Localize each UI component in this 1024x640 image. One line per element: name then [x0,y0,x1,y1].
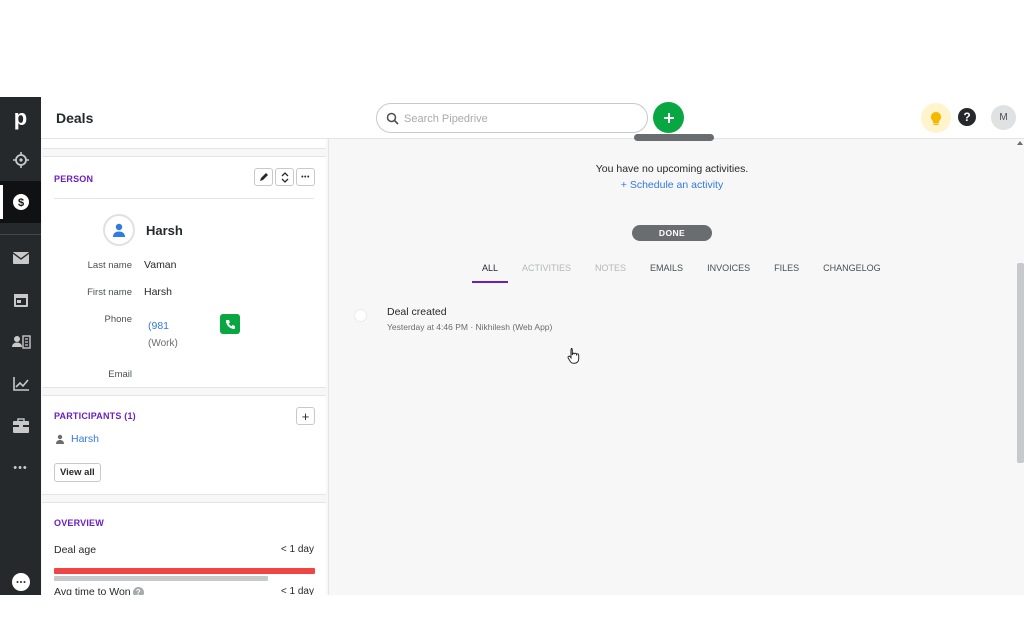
overview-section-title: OVERVIEW [54,518,104,528]
nav-rail: p $ ••• [0,97,41,595]
first-name-label: First name [87,287,132,298]
scroll-up-arrow[interactable] [1017,141,1023,145]
info-question-icon[interactable]: ? [132,586,144,595]
mail-icon[interactable] [0,237,41,279]
help-icon[interactable]: ? [958,108,976,126]
add-participant-button[interactable]: + [296,407,315,425]
phone-link[interactable]: (981 [148,320,169,332]
timeline-tabs: ALL ACTIVITIES NOTES EMAILS INVOICES FIL… [470,261,893,283]
last-name-label: Last name [87,260,132,271]
search-icon [386,112,399,130]
participants-section-title: PARTICIPANTS (1) [54,411,136,421]
lightbulb-icon [931,111,941,125]
app-window: p $ ••• Deals Search Pipedrive ? M PERSO… [0,97,1024,595]
search-input[interactable] [404,110,634,127]
event-meta: Yesterday at 4:46 PM · Nikhilesh (Web Ap… [387,322,553,332]
quick-add-button[interactable] [653,102,684,133]
first-name-value[interactable]: Harsh [144,286,172,298]
pipedrive-logo[interactable]: p [0,97,41,139]
tab-notes[interactable]: NOTES [583,261,638,283]
person-icon [113,223,125,237]
person-card: PERSON ••• Harsh Last name Vaman First n… [42,156,326,388]
timeline-dot [354,309,367,322]
event-title: Deal created [387,306,447,318]
top-bar: Deals ? M [41,97,1024,139]
nav-divider [0,234,41,235]
participant-item[interactable]: Harsh [55,433,99,445]
chat-icon[interactable] [0,561,41,595]
tab-changelog[interactable]: CHANGELOG [811,261,893,283]
person-icon [56,434,64,444]
chart-icon[interactable] [0,363,41,405]
contacts-icon[interactable] [0,321,41,363]
more-dots-icon[interactable]: ••• [0,447,41,489]
phone-type: (Work) [148,338,178,349]
tab-all[interactable]: ALL [470,261,510,283]
view-all-button[interactable]: View all [54,463,101,482]
user-avatar[interactable]: M [991,105,1016,130]
products-box-icon[interactable] [0,405,41,447]
phone-label: Phone [104,314,132,325]
done-pill[interactable]: DONE [632,225,712,241]
edit-person-button[interactable] [254,168,273,186]
calendar-icon[interactable] [0,279,41,321]
up-down-chevron-icon [281,171,288,183]
reorder-button[interactable] [275,168,294,186]
activity-timeline: You have no upcoming activities. + Sched… [328,134,1024,595]
deal-age-label: Deal age [54,544,97,556]
avg-time-won-text: Avg time to Won [54,586,131,595]
tab-invoices[interactable]: INVOICES [695,261,762,283]
tab-emails[interactable]: EMAILS [638,261,695,283]
deal-age-average-bar [54,576,268,581]
email-label: Email [108,369,132,380]
lightbulb-button[interactable] [921,103,951,133]
avg-time-won-label: Avg time to Won? [54,586,144,595]
page-title: Deals [56,110,94,126]
tab-files[interactable]: FILES [762,261,811,283]
overview-card: OVERVIEW Deal age < 1 day Avg time to Wo… [42,502,326,595]
deals-dollar-icon[interactable]: $ [0,181,41,223]
plus-icon [663,112,674,123]
schedule-activity-link[interactable]: + Schedule an activity [329,179,1015,191]
target-icon[interactable] [0,139,41,181]
deal-age-value: < 1 day [280,544,314,555]
person-name[interactable]: Harsh [146,223,183,238]
phone-icon [225,319,235,329]
no-activities-text: You have no upcoming activities. [595,163,749,175]
person-section-title: PERSON [54,174,94,184]
previous-section-card [42,139,326,149]
deal-details-panel: PERSON ••• Harsh Last name Vaman First n… [41,139,328,595]
last-name-value[interactable]: Vaman [144,259,177,271]
tab-activities[interactable]: ACTIVITIES [510,261,583,283]
search-box[interactable] [376,103,648,133]
participant-name[interactable]: Harsh [71,433,99,445]
avg-time-won-value: < 1 day [280,586,314,595]
hand-cursor-icon [567,347,581,369]
divider [54,198,314,199]
person-more-button[interactable]: ••• [296,168,315,186]
call-button[interactable] [220,314,240,334]
participants-card: PARTICIPANTS (1) + Harsh View all [42,395,326,495]
planned-pill[interactable] [634,134,714,141]
scrollbar[interactable] [1017,263,1024,463]
person-avatar [103,214,135,246]
svg-text:$: $ [17,197,23,209]
pencil-icon [259,173,268,181]
deal-age-bar [54,568,315,574]
